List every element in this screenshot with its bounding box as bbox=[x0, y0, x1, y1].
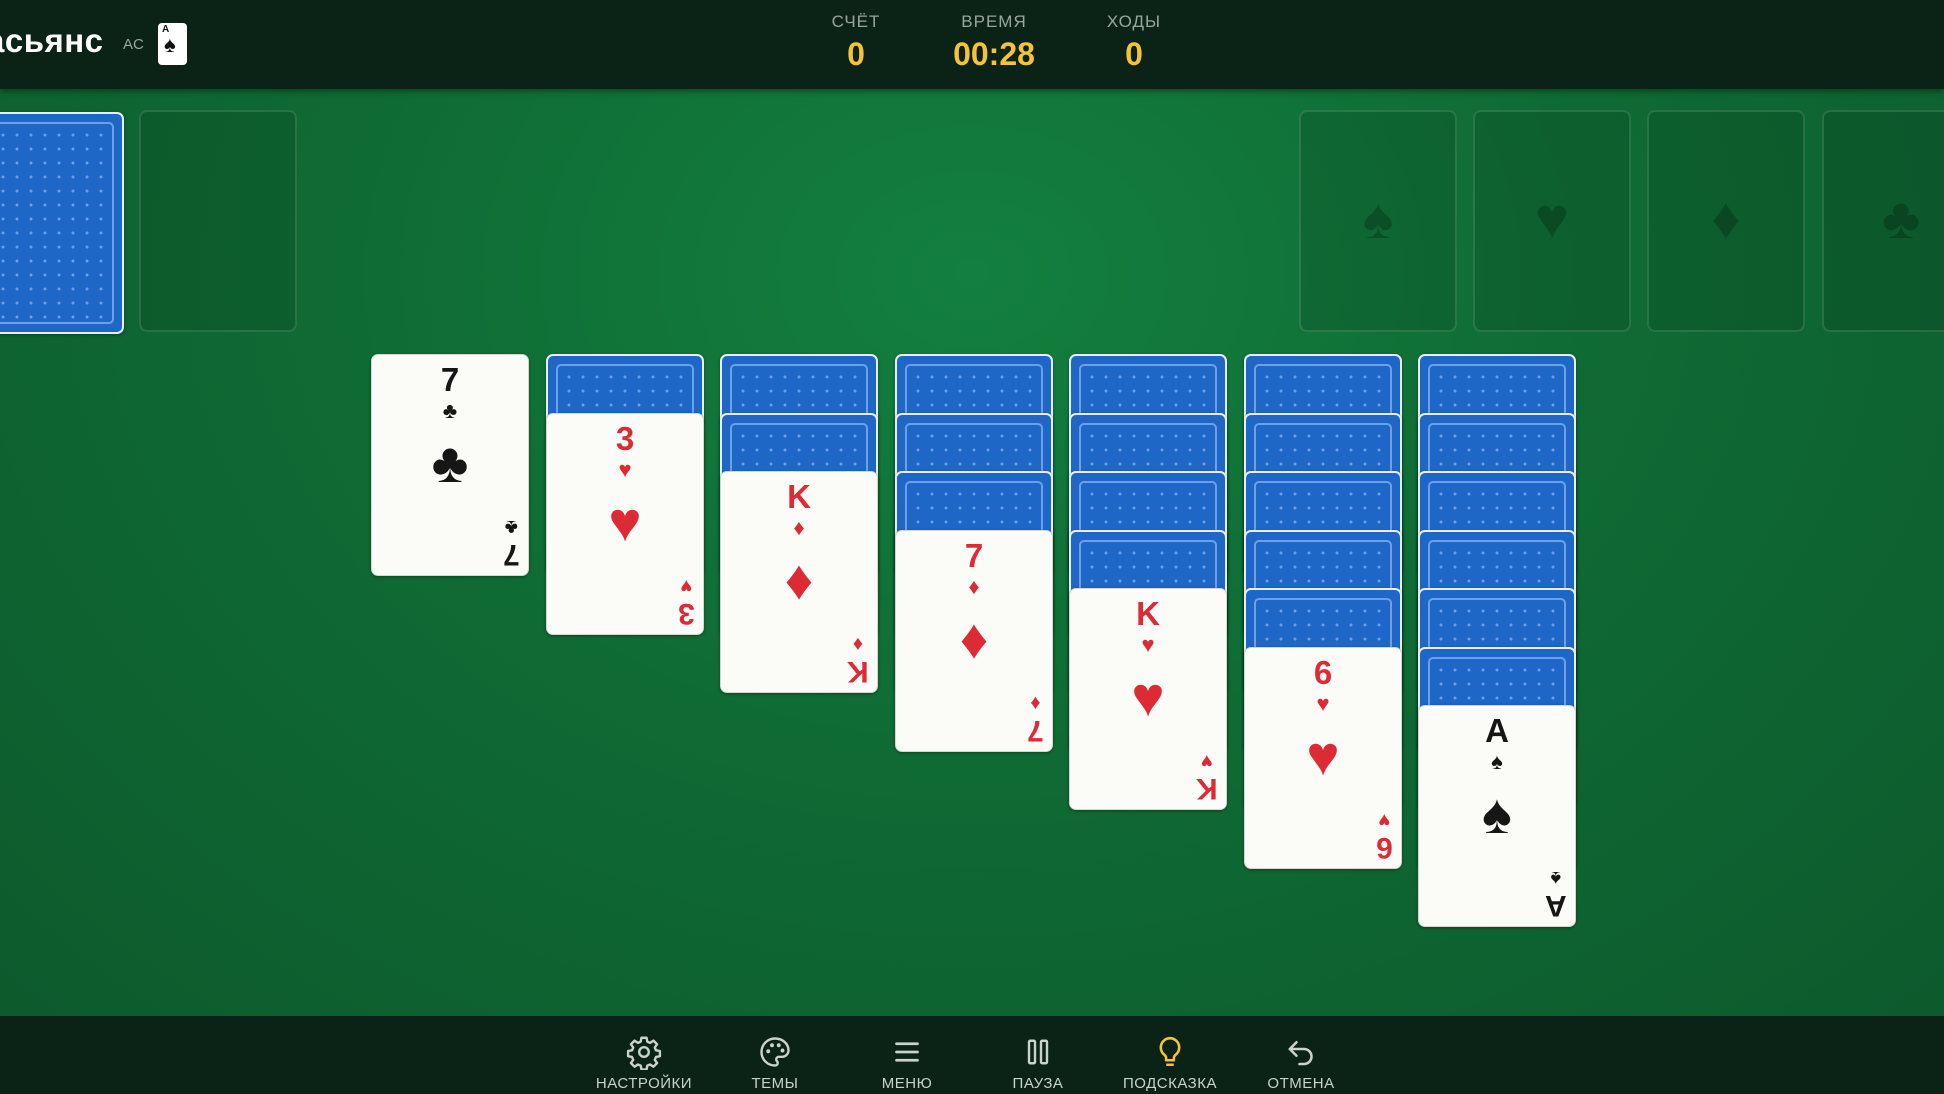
logo-card-icon: A ♠ bbox=[158, 23, 187, 65]
tableau-card-4[interactable]: 7 ♦ ♦ 7 ♦ bbox=[895, 530, 1053, 752]
bottom-toolbar: НАСТРОЙКИ ТЕМЫ МЕНЮ ПАУЗА ПОДСКАЗКА ОТМЕ… bbox=[0, 1016, 1944, 1094]
card-corner-suit: ♣ bbox=[505, 516, 519, 538]
menu-button[interactable]: МЕНЮ bbox=[847, 1016, 967, 1094]
diamond-icon: ♦ bbox=[1711, 186, 1741, 251]
menu-label: МЕНЮ bbox=[881, 1075, 933, 1092]
card-corner: 7 ♣ bbox=[503, 516, 520, 571]
card-rank: 7 bbox=[440, 361, 460, 398]
card-rank: 6 bbox=[1313, 654, 1333, 691]
card-corner-suit: ♥ bbox=[680, 575, 693, 597]
card-rank: A bbox=[1485, 712, 1509, 749]
score-value: 0 bbox=[847, 36, 865, 72]
card-suit-center: ♥ bbox=[1131, 665, 1165, 728]
card-suit-center: ♥ bbox=[1306, 724, 1340, 787]
card-suit-small: ♥ bbox=[1316, 691, 1330, 716]
tableau-card-1[interactable]: 7 ♣ ♣ 7 ♣ bbox=[371, 354, 529, 576]
gear-icon bbox=[626, 1036, 662, 1070]
card-corner-rank: K bbox=[1196, 772, 1218, 805]
card-rank: K bbox=[1136, 595, 1160, 632]
time-value: 00:28 bbox=[953, 36, 1035, 72]
foundation-hearts[interactable]: ♥ bbox=[1473, 110, 1631, 332]
game-title-suffix: AC bbox=[123, 36, 144, 53]
card-corner: 3 ♥ bbox=[678, 575, 695, 630]
lightbulb-icon bbox=[1159, 1036, 1181, 1067]
card-suit-center: ♥ bbox=[608, 490, 642, 553]
card-corner-rank: K bbox=[847, 655, 869, 688]
card-corner: K ♦ bbox=[847, 633, 869, 688]
card-suit-small: ♥ bbox=[1141, 632, 1155, 657]
card-corner-suit: ♥ bbox=[1378, 809, 1391, 831]
score-label: СЧЁТ bbox=[831, 12, 881, 31]
score-stat: СЧЁТ 0 bbox=[806, 12, 906, 73]
undo-label: ОТМЕНА bbox=[1267, 1075, 1335, 1092]
card-rank: K bbox=[787, 478, 811, 515]
settings-button[interactable]: НАСТРОЙКИ bbox=[584, 1016, 704, 1094]
card-suit-small: ♥ bbox=[618, 457, 632, 482]
card-suit-center: ♣ bbox=[431, 431, 469, 494]
undo-icon bbox=[1288, 1040, 1313, 1066]
card-corner-rank: 7 bbox=[503, 538, 520, 571]
hint-button[interactable]: ПОДСКАЗКА bbox=[1110, 1016, 1230, 1094]
pause-button[interactable]: ПАУЗА bbox=[978, 1016, 1098, 1094]
tableau-card-7[interactable]: A ♠ ♠ A ♠ bbox=[1418, 705, 1576, 927]
card-corner: A ♠ bbox=[1545, 867, 1567, 922]
stock-pile[interactable] bbox=[0, 112, 124, 334]
card-corner: 7 ♦ bbox=[1027, 692, 1044, 747]
time-label: ВРЕМЯ bbox=[961, 12, 1027, 31]
card-corner-rank: A bbox=[1545, 889, 1567, 922]
tableau-card-5[interactable]: K ♥ ♥ K ♥ bbox=[1069, 588, 1227, 810]
tableau-card-3[interactable]: K ♦ ♦ K ♦ bbox=[720, 471, 878, 693]
card-suit-center: ♠ bbox=[1482, 782, 1512, 845]
card-corner-rank: 6 bbox=[1376, 831, 1393, 864]
spade-icon: ♠ bbox=[1362, 186, 1394, 251]
card-suit-small: ♠ bbox=[1491, 749, 1503, 774]
foundation-clubs[interactable]: ♣ bbox=[1822, 110, 1944, 332]
top-bar: асьянс AC A ♠ СЧЁТ 0 ВРЕМЯ 00:28 ХОДЫ 0 bbox=[0, 0, 1944, 89]
time-stat: ВРЕМЯ 00:28 bbox=[934, 12, 1054, 73]
card-suit-center: ♦ bbox=[959, 607, 989, 670]
themes-button[interactable]: ТЕМЫ bbox=[715, 1016, 835, 1094]
foundation-spades[interactable]: ♠ bbox=[1299, 110, 1457, 332]
palette-icon bbox=[760, 1037, 790, 1067]
card-rank: 7 bbox=[964, 537, 984, 574]
pause-label: ПАУЗА bbox=[1012, 1075, 1064, 1092]
game-title: асьянс bbox=[0, 22, 104, 59]
club-icon: ♣ bbox=[1881, 186, 1921, 251]
card-corner: 6 ♥ bbox=[1376, 809, 1393, 864]
pause-icon bbox=[1027, 1039, 1049, 1065]
heart-icon: ♥ bbox=[1534, 186, 1570, 251]
hint-label: ПОДСКАЗКА bbox=[1123, 1075, 1217, 1092]
settings-label: НАСТРОЙКИ bbox=[595, 1075, 693, 1092]
tableau-card-2[interactable]: 3 ♥ ♥ 3 ♥ bbox=[546, 413, 704, 635]
moves-stat: ХОДЫ 0 bbox=[1084, 12, 1184, 73]
foundation-diamonds[interactable]: ♦ bbox=[1647, 110, 1805, 332]
tableau-card-6[interactable]: 6 ♥ ♥ 6 ♥ bbox=[1244, 647, 1402, 869]
waste-pile[interactable] bbox=[139, 110, 297, 332]
card-suit-small: ♦ bbox=[968, 574, 980, 599]
card-suit-center: ♦ bbox=[784, 548, 814, 611]
hamburger-icon bbox=[895, 1042, 919, 1062]
card-corner-suit: ♦ bbox=[1030, 692, 1041, 714]
moves-label: ХОДЫ bbox=[1106, 12, 1162, 31]
card-corner-suit: ♦ bbox=[853, 633, 864, 655]
themes-label: ТЕМЫ bbox=[751, 1075, 799, 1092]
card-corner-suit: ♥ bbox=[1201, 750, 1214, 772]
card-suit-small: ♣ bbox=[442, 398, 458, 423]
card-corner-suit: ♠ bbox=[1550, 867, 1562, 889]
undo-button[interactable]: ОТМЕНА bbox=[1241, 1016, 1361, 1094]
card-rank: 3 bbox=[615, 420, 635, 457]
card-suit-small: ♦ bbox=[793, 515, 805, 540]
card-corner-rank: 3 bbox=[678, 597, 695, 630]
card-corner: K ♥ bbox=[1196, 750, 1218, 805]
logo-card-suit: ♠ bbox=[164, 32, 176, 57]
moves-value: 0 bbox=[1125, 36, 1143, 72]
card-corner-rank: 7 bbox=[1027, 714, 1044, 747]
